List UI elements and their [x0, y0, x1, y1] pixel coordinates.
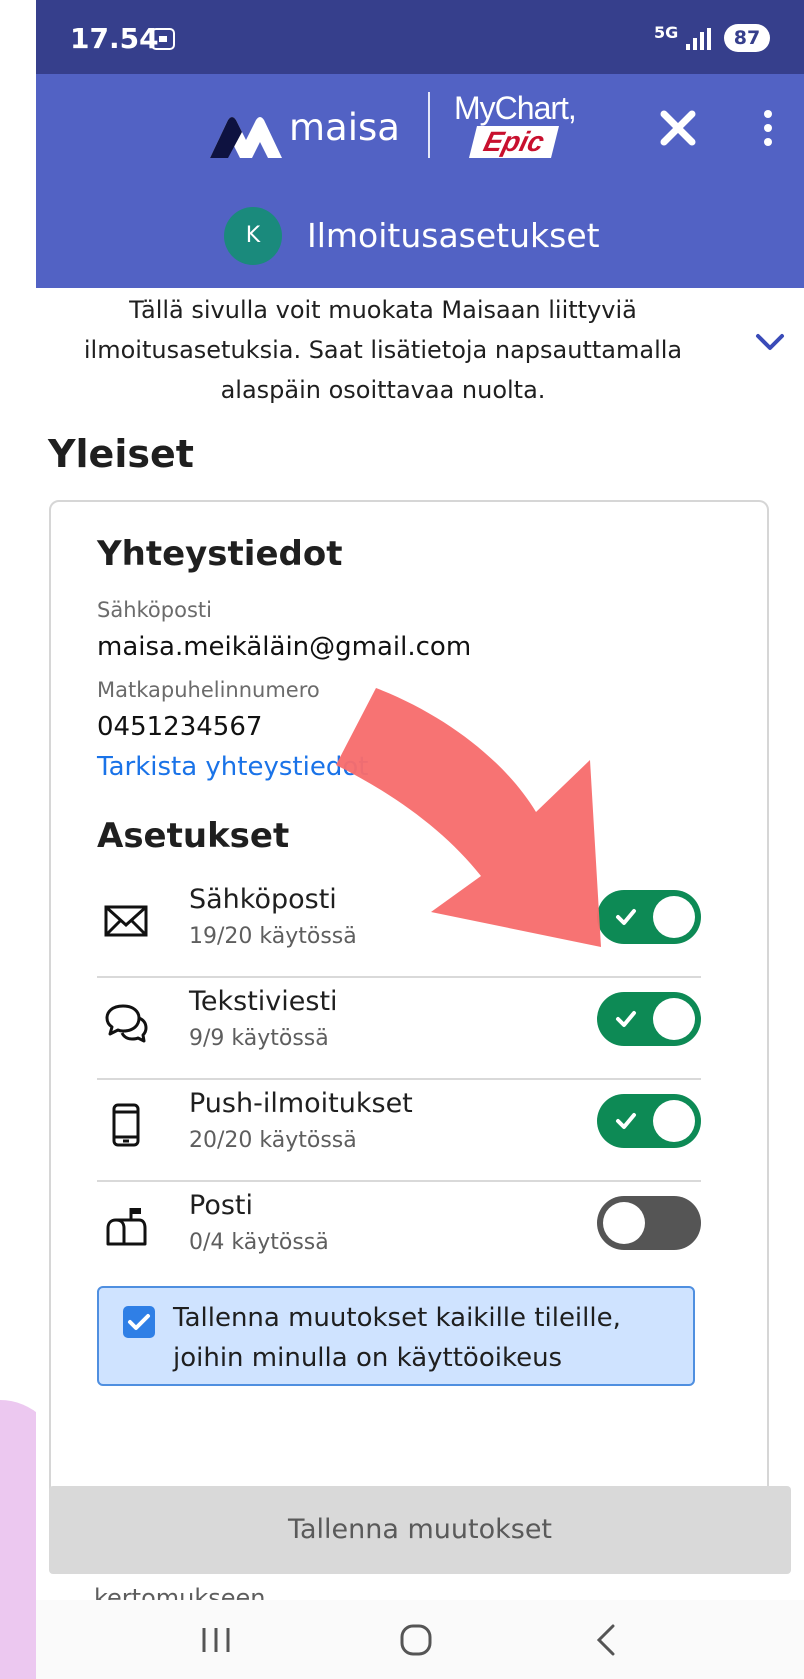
envelope-icon: [104, 905, 148, 937]
back-icon: [596, 1624, 615, 1656]
setting-subtitle: 0/4 käytössä: [189, 1230, 329, 1255]
setting-row-sms: Tekstiviesti 9/9 käytössä: [97, 980, 701, 1080]
setting-subtitle: 9/9 käytössä: [189, 1026, 329, 1051]
logo-divider: [428, 92, 430, 158]
epic-logo: Epic: [469, 126, 559, 158]
email-toggle[interactable]: [597, 890, 701, 944]
maisa-logo-icon: [210, 117, 282, 158]
mychart-logo: MyChart,: [454, 90, 577, 126]
more-options-button[interactable]: [748, 100, 788, 156]
page-title: Ilmoitusasetukset: [307, 216, 600, 255]
setting-title: Push-ilmoitukset: [189, 1088, 413, 1119]
battery-level: 87: [724, 24, 770, 52]
setting-subtitle: 19/20 käytössä: [189, 924, 357, 949]
app-header: maisa MyChart, Epic K Ilmoitusasetukset: [36, 74, 804, 288]
section-title: Yleiset: [48, 432, 194, 476]
settings-title: Asetukset: [97, 816, 290, 856]
close-button[interactable]: [648, 98, 708, 158]
check-icon: [616, 1113, 636, 1129]
setting-title: Tekstiviesti: [189, 986, 338, 1017]
intro-text: Tällä sivulla voit muokata Maisaan liitt…: [83, 296, 683, 404]
email-value: maisa.meikäläin@gmail.com: [97, 632, 472, 662]
status-time: 17.54: [70, 22, 159, 55]
home-button[interactable]: [386, 1618, 446, 1662]
system-navigation-bar: [36, 1600, 804, 1679]
scrolled-content-peek: kertomukseen: [94, 1584, 266, 1600]
contact-title: Yhteystiedot: [97, 534, 343, 574]
status-bar: 17.54 5G 87: [36, 0, 804, 74]
verify-contact-link[interactable]: Tarkista yhteystiedot: [97, 752, 368, 782]
setting-row-email: Sähköposti 19/20 käytössä: [97, 878, 701, 978]
back-button[interactable]: [576, 1618, 636, 1662]
close-icon: [660, 110, 696, 146]
phone-icon: [112, 1103, 140, 1147]
brand-name: maisa: [289, 106, 400, 149]
screen-record-icon: [151, 28, 175, 50]
phone-screen: 17.54 5G 87 maisa MyChart, Epic K Ilmoit…: [36, 0, 804, 1679]
phone-value: 0451234567: [97, 712, 263, 742]
save-changes-button[interactable]: Tallenna muutokset: [49, 1486, 791, 1574]
setting-subtitle: 20/20 käytössä: [189, 1128, 357, 1153]
apply-all-accounts-option[interactable]: Tallenna muutokset kaikille tileille, jo…: [97, 1286, 695, 1386]
email-label: Sähköposti: [97, 598, 212, 622]
chat-bubbles-icon: [105, 1004, 148, 1043]
push-toggle[interactable]: [597, 1094, 701, 1148]
apply-all-label: Tallenna muutokset kaikille tileille, jo…: [173, 1303, 621, 1373]
mailbox-icon: [106, 1208, 147, 1246]
network-type: 5G: [654, 23, 679, 42]
post-toggle[interactable]: [597, 1196, 701, 1250]
apply-all-checkbox[interactable]: [123, 1306, 155, 1338]
check-icon: [616, 1011, 636, 1027]
recent-apps-icon: [202, 1628, 230, 1652]
sms-toggle[interactable]: [597, 992, 701, 1046]
setting-title: Posti: [189, 1190, 253, 1221]
chevron-down-icon[interactable]: [750, 328, 790, 358]
home-icon: [400, 1624, 432, 1656]
setting-title: Sähköposti: [189, 884, 337, 915]
check-icon: [128, 1314, 150, 1330]
phone-label: Matkapuhelinnumero: [97, 678, 320, 702]
avatar[interactable]: K: [224, 207, 282, 265]
setting-row-push: Push-ilmoitukset 20/20 käytössä: [97, 1082, 701, 1182]
setting-row-post: Posti 0/4 käytössä: [97, 1184, 701, 1284]
check-icon: [616, 909, 636, 925]
signal-icon: [686, 28, 711, 50]
recent-apps-button[interactable]: [186, 1618, 246, 1662]
settings-card: Yhteystiedot Sähköposti maisa.meikäläin@…: [49, 500, 769, 1500]
